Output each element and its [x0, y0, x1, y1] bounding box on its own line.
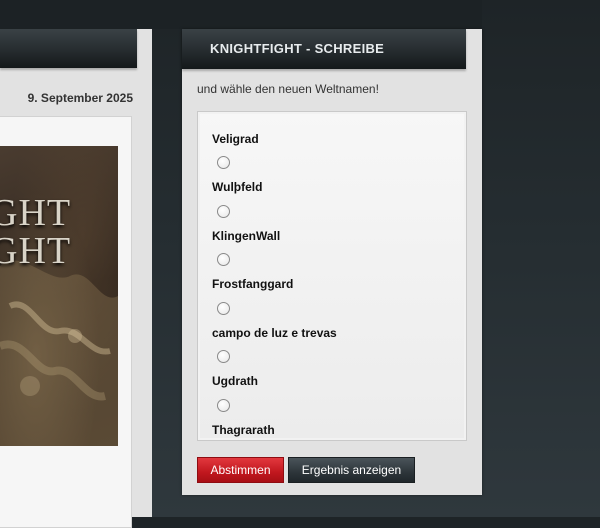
poll-option-radio[interactable]	[217, 156, 230, 169]
news-date: 9. September 2025	[27, 91, 133, 105]
poll-option-radio[interactable]	[217, 350, 230, 363]
poll-option-label: Frostfanggard	[212, 277, 294, 291]
poll-option-label: Ugdrath	[212, 374, 258, 388]
news-image[interactable]: GHT GHT	[0, 146, 118, 446]
vote-button[interactable]: Abstimmen	[197, 457, 284, 483]
news-image-title-line2: GHT	[0, 230, 72, 272]
poll-subtitle: und wähle den neuen Weltnamen!	[197, 82, 379, 96]
poll-option-radio[interactable]	[217, 205, 230, 218]
poll-option-label: KlingenWall	[212, 229, 281, 243]
show-results-button[interactable]: Ergebnis anzeigen	[288, 457, 415, 483]
poll-panel: KNIGHTFIGHT - SCHREIBE und wähle den neu…	[182, 29, 482, 495]
poll-option-label: Thagrarath	[212, 423, 275, 437]
poll-title: KNIGHTFIGHT - SCHREIBE	[210, 41, 385, 56]
poll-option-label: Wulþfeld	[212, 180, 263, 194]
news-header	[0, 29, 137, 68]
news-panel: 9. September 2025 GHT GHT	[0, 29, 152, 528]
top-bar	[0, 0, 482, 29]
poll-option-label: campo de luz e trevas	[212, 326, 337, 340]
poll-header: KNIGHTFIGHT - SCHREIBE	[182, 29, 466, 69]
poll-option-radio[interactable]	[217, 399, 230, 412]
poll-option-radio[interactable]	[217, 253, 230, 266]
poll-option-radio[interactable]	[217, 302, 230, 315]
poll-options-box: Veligrad Wulþfeld KlingenWall Frostfangg…	[197, 111, 467, 441]
poll-option-label: Veligrad	[212, 132, 259, 146]
